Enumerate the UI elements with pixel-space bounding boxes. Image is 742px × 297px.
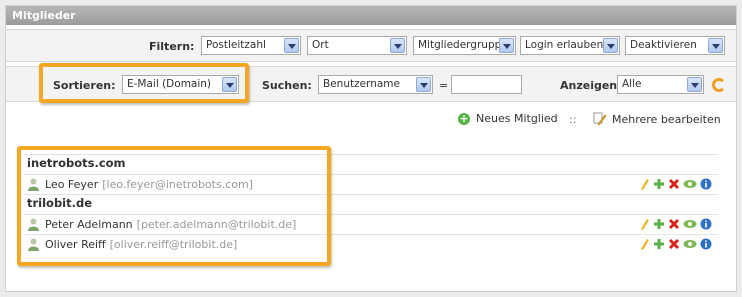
group-header-trilobit: trilobit.de (27, 196, 93, 210)
user-icon (28, 218, 39, 231)
group-header-inetrobots: inetrobots.com (27, 156, 126, 170)
filter-postcode-select[interactable]: Postleitzahl (201, 36, 301, 55)
filter-bar: Filtern: Postleitzahl Ort Mitgliedergrup… (6, 29, 736, 62)
filter-label: Filtern: (149, 40, 195, 53)
chevron-down-icon (603, 38, 618, 53)
new-member-button[interactable]: + Neues Mitglied (458, 112, 558, 125)
row-actions (638, 238, 712, 250)
filter-member-groups-select[interactable]: Mitgliedergruppen (413, 36, 516, 55)
copy-plus-icon[interactable] (653, 238, 665, 250)
search-field-select[interactable]: Benutzername (318, 75, 433, 94)
search-operator: = (439, 79, 449, 92)
chevron-down-icon (284, 38, 299, 53)
member-email: [oliver.reiff@trilobit.de] (109, 238, 238, 251)
member-email: [leo.feyer@inetrobots.com] (102, 178, 253, 191)
sort-select[interactable]: E-Mail (Domain) (122, 75, 239, 94)
reload-icon[interactable] (712, 78, 726, 92)
member-name: Leo Feyer (45, 178, 99, 191)
member-name: Peter Adelmann (45, 218, 133, 231)
info-icon[interactable] (700, 218, 712, 230)
table-row: Peter Adelmann [peter.adelmann@trilobit.d… (24, 214, 718, 234)
display-select[interactable]: Alle (617, 75, 704, 94)
chevron-down-icon (416, 77, 431, 92)
group-divider (24, 194, 718, 195)
filter-disable-select[interactable]: Deaktivieren (625, 36, 725, 55)
group-divider (24, 154, 718, 155)
chevron-down-icon (687, 77, 702, 92)
add-icon: + (458, 111, 470, 125)
delete-x-icon[interactable] (668, 178, 680, 190)
chevron-down-icon (499, 38, 514, 53)
copy-plus-icon[interactable] (653, 218, 665, 230)
view-eye-icon[interactable] (683, 178, 697, 190)
view-eye-icon[interactable] (683, 238, 697, 250)
edit-pencil-icon[interactable] (638, 218, 650, 230)
user-icon (28, 238, 39, 251)
chevron-down-icon (390, 38, 405, 53)
row-actions (638, 218, 712, 230)
table-row: Oliver Reiff [oliver.reiff@trilobit.de] (24, 234, 718, 254)
delete-x-icon[interactable] (668, 218, 680, 230)
copy-plus-icon[interactable] (653, 178, 665, 190)
search-label: Suchen: (262, 79, 312, 92)
view-eye-icon[interactable] (683, 218, 697, 230)
filter-login-select[interactable]: Login erlauben (520, 36, 620, 55)
edit-multiple-button[interactable]: Mehrere bearbeiten (593, 112, 721, 126)
members-panel: Mitglieder Filtern: Postleitzahl Ort Mit… (5, 5, 737, 292)
table-row: Leo Feyer [leo.feyer@inetrobots.com] (24, 174, 718, 194)
delete-x-icon[interactable] (668, 238, 680, 250)
user-icon (28, 178, 39, 191)
member-name: Oliver Reiff (45, 238, 106, 251)
chevron-down-icon (708, 38, 723, 53)
page-title: Mitglieder (6, 6, 736, 25)
info-icon[interactable] (700, 238, 712, 250)
member-email: [peter.adelmann@trilobit.de] (136, 218, 297, 231)
filter-city-select[interactable]: Ort (307, 36, 407, 55)
display-label: Anzeigen: (560, 79, 622, 92)
sort-search-bar: Sortieren: E-Mail (Domain) Suchen: Benut… (6, 66, 736, 102)
search-input[interactable] (451, 75, 522, 94)
action-separator: :: (569, 113, 577, 126)
chevron-down-icon (222, 77, 237, 92)
info-icon[interactable] (700, 178, 712, 190)
edit-pencil-icon[interactable] (638, 178, 650, 190)
edit-pencil-icon[interactable] (638, 238, 650, 250)
sort-label: Sortieren: (53, 79, 116, 92)
row-actions (638, 178, 712, 190)
edit-multiple-icon (593, 112, 607, 126)
